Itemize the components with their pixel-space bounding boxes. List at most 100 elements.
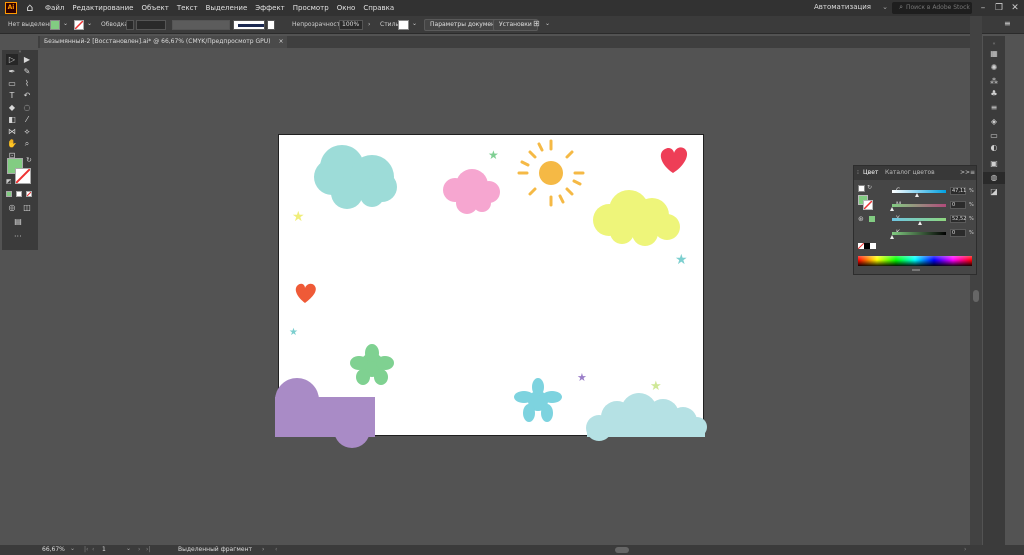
artboard-number[interactable]: 1 [102,546,106,553]
panel-grip-icon[interactable]: ⁝ [857,169,859,176]
style-swatch[interactable] [398,20,409,30]
chevron-down-icon[interactable]: ⌄ [545,20,550,27]
last-artboard-icon[interactable]: ›| [146,546,150,553]
cloud-pink-shape[interactable] [443,169,500,214]
channel-y-thumb[interactable] [918,221,923,225]
menu-window[interactable]: Окно [337,4,356,12]
zoom-tool-icon[interactable]: ⌕ [21,138,33,149]
zoom-level[interactable]: 66,67% [42,546,65,553]
brush-tool-icon[interactable]: ⌇ [21,78,33,89]
gradient-tool-icon[interactable]: ◧ [6,114,18,125]
star-purple-shape[interactable]: ★ [577,371,587,384]
star-teal-shape[interactable]: ★ [675,252,688,268]
curvature-tool-icon[interactable]: ✎ [21,66,33,77]
channel-k-slider[interactable] [892,232,946,235]
width-tool-icon[interactable]: ⋈ [6,126,18,137]
cloud-yellow-shape[interactable] [593,190,680,246]
menu-file[interactable]: Файл [45,4,64,12]
chevron-down-icon[interactable]: ⌄ [412,20,417,27]
status-menu-icon[interactable]: › [262,546,264,553]
channel-k-value[interactable]: 0 [950,229,966,237]
first-artboard-icon[interactable]: |‹ [84,546,88,553]
rotate-tool-icon[interactable]: ↶ [21,90,33,101]
swap-icon[interactable]: ↻ [867,184,872,191]
layers-icon[interactable]: ◈ [983,116,1005,128]
next-artboard-icon[interactable]: › [138,546,140,553]
color-mode-icon[interactable] [6,191,12,197]
color-spectrum[interactable] [858,256,972,266]
gradient-mode-icon[interactable] [16,191,22,197]
default-fill-stroke-icon[interactable] [858,185,865,192]
swap-colors-icon[interactable]: ↻ [26,156,32,164]
channel-m-slider[interactable] [892,204,946,207]
star-teal-small-shape[interactable]: ★ [289,327,298,338]
chevron-down-icon[interactable]: ⌄ [63,20,68,27]
color-guide-icon[interactable]: ⁂ [983,76,1005,88]
menu-object[interactable]: Объект [141,4,168,12]
channel-c-value[interactable]: 47,11 [950,187,966,195]
prev-artboard-icon[interactable]: ‹ [92,546,94,553]
menu-help[interactable]: Справка [363,4,394,12]
channel-m-value[interactable]: 0 [950,201,966,209]
rectangle-tool-icon[interactable]: ▭ [6,78,18,89]
status-mode[interactable]: Выделенный фрагмент [178,546,252,553]
properties-icon[interactable]: ✺ [983,62,1005,74]
color-panel-icon[interactable]: ◍ [983,172,1005,184]
artboard[interactable]: ★ ★ ★ ★ ★ ★ [275,134,707,448]
stroke-weight-field[interactable] [136,20,166,30]
menu-view[interactable]: Просмотр [293,4,329,12]
stroke-color-box[interactable] [15,168,31,184]
brush-preview[interactable] [267,20,275,30]
menu-edit[interactable]: Редактирование [72,4,133,12]
star-yellow-small-shape[interactable]: ★ [650,379,662,394]
cloud-purple-shape[interactable] [275,378,375,448]
cloud-teal-shape[interactable] [314,145,397,209]
default-colors-icon[interactable]: ◩ [6,178,12,185]
maximize-icon[interactable]: ❐ [992,2,1006,14]
panel-menu-icon[interactable]: ≡ [970,169,975,176]
panel-collapse-icon[interactable]: >> [960,169,970,176]
channel-k-thumb[interactable] [890,235,894,239]
menu-select[interactable]: Выделение [206,4,248,12]
panel-resize-grip[interactable] [912,269,920,271]
menu-effect[interactable]: Эффект [255,4,284,12]
variable-width-profile[interactable] [172,20,230,30]
none-mode-icon[interactable] [26,191,32,197]
channel-c-thumb[interactable] [915,193,920,197]
hand-tool-icon[interactable]: ✋ [6,138,18,149]
chevron-down-icon[interactable]: ⌄ [87,20,92,27]
fill-swatch[interactable] [50,20,60,30]
chevron-right-icon[interactable]: › [368,21,370,28]
image-trace-icon[interactable]: ▣ [983,158,1005,170]
sun-shape[interactable] [517,139,585,207]
heart-orange-shape[interactable] [295,283,316,303]
menu-type[interactable]: Текст [177,4,198,12]
out-of-gamut-icon[interactable]: ⊛ [858,215,864,223]
flower-blue-shape[interactable] [514,378,562,422]
scroll-left-icon[interactable]: ‹ [275,546,277,553]
stroke-swatch[interactable] [74,20,84,30]
chevron-down-icon[interactable]: ⌄ [70,545,75,552]
preferences-button[interactable]: Установки [493,19,538,31]
white-swatch[interactable] [870,243,876,249]
lasso-tool-icon[interactable]: ◌ [21,102,33,113]
direct-selection-tool-icon[interactable]: ▶ [21,54,33,65]
eraser-tool-icon[interactable]: ◆ [6,102,18,113]
workspace-switcher[interactable]: Автоматизация [814,3,874,11]
scroll-right-icon[interactable]: › [964,546,966,553]
blend-tool-icon[interactable]: ⟡ [21,126,33,137]
opacity-field[interactable]: 100% [339,20,363,30]
vertical-scrollbar[interactable] [973,290,979,302]
panel-menu-icon[interactable]: ≡ [1004,19,1011,28]
brush-definition[interactable] [233,20,265,30]
appearance-icon[interactable]: ◪ [983,186,1005,198]
stock-search-input[interactable]: Поиск в Adobe Stock [892,2,972,14]
arrange-icon[interactable]: ⊞ [533,19,540,28]
close-tab-icon[interactable]: × [278,38,283,45]
drawing-modes-icon[interactable]: ◫ [21,202,33,213]
star-green-shape[interactable]: ★ [488,148,499,162]
transparency-icon[interactable]: ◐ [983,142,1005,154]
channel-y-value[interactable]: 52,52 [950,215,966,223]
libraries-icon[interactable]: ▦ [983,48,1005,60]
tab-color[interactable]: Цвет [863,169,878,176]
